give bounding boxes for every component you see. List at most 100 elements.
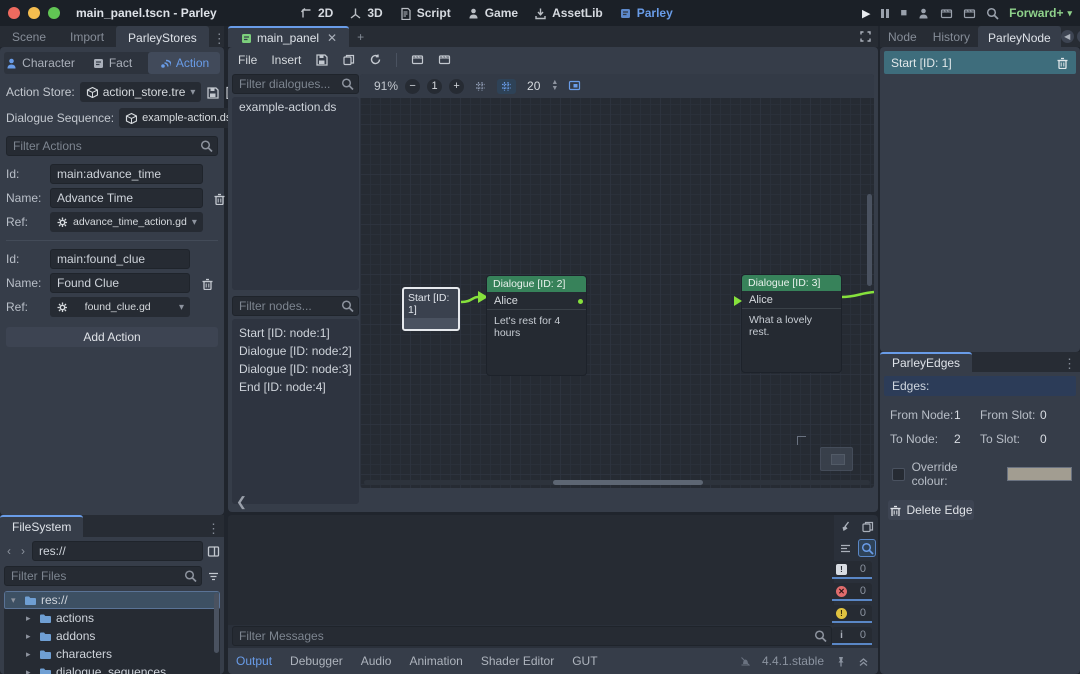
zoom-window-icon[interactable]	[48, 7, 60, 19]
graph-hscroll-thumb[interactable]	[553, 480, 703, 485]
distraction-free-icon[interactable]	[859, 30, 872, 43]
remote-debug-button[interactable]	[917, 7, 930, 20]
tree-item[interactable]: ▸ addons	[4, 627, 220, 645]
tree-item[interactable]: ▸ characters	[4, 645, 220, 663]
node-list-item[interactable]: Dialogue [ID: node:2]	[232, 342, 359, 360]
nav-back-icon[interactable]: ‹	[4, 544, 14, 558]
graph-node-dialogue-2[interactable]: Dialogue [ID: 2] Alice Let's rest for 4 …	[487, 276, 586, 375]
chevron-down-icon[interactable]: ▾	[11, 595, 19, 606]
tab-parleyedges[interactable]: ParleyEdges	[880, 352, 972, 372]
left-dock-menu-icon[interactable]: ⋮	[209, 31, 230, 47]
new-tab-button[interactable]: +	[349, 26, 372, 47]
tree-scrollbar[interactable]	[214, 593, 219, 653]
chevron-right-icon[interactable]: ▸	[26, 667, 34, 674]
run-movie-button[interactable]	[940, 7, 953, 20]
action-store-dropdown[interactable]: action_store.tre ▾	[80, 82, 202, 102]
refresh-button[interactable]	[369, 53, 382, 66]
snap-toggle-button[interactable]	[497, 79, 516, 94]
pause-button[interactable]	[880, 9, 890, 18]
override-colour-checkbox[interactable]	[892, 468, 905, 481]
pin-icon[interactable]	[834, 655, 847, 668]
engine-version[interactable]: 4.4.1.stable	[762, 654, 824, 668]
close-tab-icon[interactable]: ✕	[327, 31, 337, 45]
close-window-icon[interactable]	[8, 7, 20, 19]
tab-script[interactable]: Script	[399, 6, 451, 20]
delete-edge-button[interactable]: Delete Edge	[888, 500, 974, 520]
message-counter-info[interactable]: i0	[832, 627, 872, 645]
file-menu[interactable]: File	[238, 53, 257, 67]
tab-audio[interactable]: Audio	[361, 654, 392, 668]
message-counter-errors[interactable]: ✕0	[832, 583, 872, 601]
chevron-right-icon[interactable]: ▸	[26, 631, 34, 642]
tab-import[interactable]: Import	[58, 26, 116, 47]
message-counter-all[interactable]: !0	[832, 561, 872, 579]
node-list-item[interactable]: Start [ID: node:1]	[232, 324, 359, 342]
tab-scene[interactable]: Scene	[0, 26, 58, 47]
mute-bell-icon[interactable]	[739, 655, 752, 668]
tab-parleynode[interactable]: ParleyNode	[978, 26, 1061, 47]
selected-node-row[interactable]: Start [ID: 1]	[884, 51, 1076, 74]
action-ref-dropdown[interactable]: advance_time_action.gd ▾	[50, 212, 203, 232]
sort-files-button[interactable]	[207, 570, 220, 583]
tab-game[interactable]: Game	[467, 6, 518, 20]
tab-output[interactable]: Output	[236, 654, 272, 668]
tab-character[interactable]: Character	[4, 52, 76, 74]
action-name-field[interactable]	[50, 273, 190, 293]
expand-bottom-panel-icon[interactable]	[857, 655, 870, 668]
collapse-messages-button[interactable]	[836, 539, 854, 557]
insert-menu[interactable]: Insert	[271, 53, 301, 67]
action-id-field[interactable]	[50, 249, 190, 269]
zoom-out-button[interactable]: −	[405, 79, 420, 94]
quick-run-button[interactable]	[986, 7, 999, 20]
delete-action-button[interactable]	[196, 277, 218, 290]
input-port-icon[interactable]	[734, 296, 742, 306]
stop-button[interactable]: ■	[900, 7, 907, 19]
snap-spinner[interactable]: ▲▼	[551, 80, 558, 92]
edge-dialogue3-out[interactable]	[841, 292, 874, 297]
tab-parleystores[interactable]: ParleyStores	[116, 26, 209, 47]
filter-messages-input[interactable]	[232, 626, 832, 646]
filter-actions-input[interactable]	[6, 136, 218, 156]
parleyedges-menu-icon[interactable]: ⋮	[1059, 356, 1080, 372]
search-output-button[interactable]	[858, 539, 876, 557]
output-message-area[interactable]	[228, 515, 834, 625]
history-back-icon[interactable]: ◀	[1061, 30, 1074, 43]
action-id-field[interactable]	[50, 164, 203, 184]
snap-settings-button[interactable]	[471, 79, 490, 94]
edge-start-to-dialogue2[interactable]	[461, 297, 478, 302]
chevron-right-icon[interactable]: ▸	[26, 613, 34, 624]
tab-debugger[interactable]: Debugger	[290, 654, 343, 668]
graph-vscroll-thumb[interactable]	[867, 194, 872, 286]
graph-node-dialogue-3[interactable]: Dialogue [ID: 3] Alice What a lovely res…	[742, 275, 841, 372]
zoom-in-button[interactable]: +	[449, 79, 464, 94]
tree-item[interactable]: ▸ dialogue_sequences	[4, 663, 220, 674]
tab-action[interactable]: Action	[148, 52, 220, 74]
filter-files-input[interactable]	[4, 566, 202, 586]
filter-nodes-input[interactable]	[232, 296, 359, 316]
tab-node[interactable]: Node	[880, 26, 925, 47]
dialogue-file-item[interactable]: example-action.ds	[232, 97, 359, 117]
test-dialogue-from-start-button[interactable]	[438, 53, 451, 66]
renderer-selector[interactable]: Forward+▾	[1009, 6, 1072, 20]
tab-3d[interactable]: 3D	[349, 6, 382, 20]
output-port-icon[interactable]	[578, 299, 583, 304]
tab-2d[interactable]: 2D	[300, 6, 333, 20]
play-button[interactable]: ▶	[862, 7, 870, 20]
spinner-down-icon[interactable]: ▼	[551, 86, 558, 92]
tab-shader-editor[interactable]: Shader Editor	[481, 654, 554, 668]
nav-forward-icon[interactable]: ›	[18, 544, 28, 558]
dialogue-graph[interactable]: 91% − 1 + 20 ▲▼ Start [ID: 1] Dialog	[360, 74, 874, 488]
tab-fact[interactable]: Fact	[76, 52, 148, 74]
message-counter-warnings[interactable]: !0	[832, 605, 872, 623]
copy-output-button[interactable]	[858, 517, 876, 535]
colour-swatch[interactable]	[1007, 467, 1072, 481]
tab-assetlib[interactable]: AssetLib	[534, 6, 603, 20]
tab-animation[interactable]: Animation	[409, 654, 462, 668]
save-store-button[interactable]	[206, 86, 219, 99]
node-list-item[interactable]: End [ID: node:4]	[232, 378, 359, 396]
tab-main-panel[interactable]: main_panel ✕	[228, 26, 349, 47]
snap-distance-value[interactable]: 20	[523, 79, 544, 93]
graph-node-start[interactable]: Start [ID: 1]	[402, 287, 460, 331]
filesystem-menu-icon[interactable]: ⋮	[203, 521, 224, 537]
minimize-window-icon[interactable]	[28, 7, 40, 19]
